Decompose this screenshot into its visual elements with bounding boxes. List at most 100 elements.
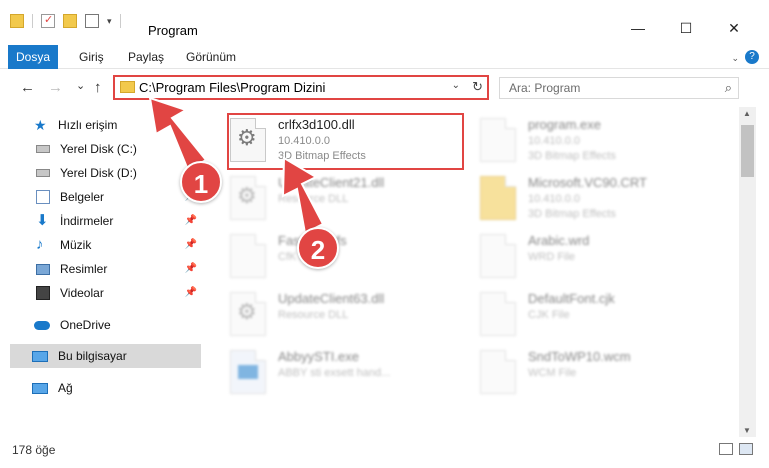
sidebar-item-downloads[interactable]: ⬇ İndirmeler 📌 (36, 210, 201, 232)
file-version: 10.410.0.0 (528, 193, 580, 205)
pin-icon: 📌 (184, 215, 197, 226)
ribbon-tabs: Dosya Giriş Paylaş Görünüm ⌄ ? (0, 45, 769, 69)
refresh-icon[interactable]: ↻ (472, 79, 483, 95)
recent-locations-button[interactable]: ⌄ (76, 79, 85, 92)
tab-file[interactable]: Dosya (8, 45, 58, 69)
sidebar-item-label: Müzik (60, 238, 92, 252)
star-icon: ★ (34, 117, 47, 133)
help-icon[interactable]: ? (745, 50, 759, 64)
tab-share[interactable]: Paylaş (128, 45, 164, 69)
address-path[interactable]: C:\Program Files\Program Dizini (139, 80, 325, 95)
sidebar-item-label: Yerel Disk (D:) (60, 166, 137, 180)
file-icon (480, 234, 516, 278)
sidebar-item-onedrive[interactable]: OneDrive (34, 314, 199, 336)
view-icon[interactable] (85, 14, 99, 28)
sidebar-item-label: Resimler (60, 262, 108, 276)
navigation-bar: ← → ⌄ ↑ C:\Program Files\Program Dizini … (0, 69, 769, 107)
scroll-thumb[interactable] (741, 125, 754, 177)
exe-file-icon (230, 350, 266, 394)
gear-icon: ⚙ (237, 299, 257, 324)
file-item[interactable]: Microsoft.VC90.CRT 10.410.0.0 3D Bitmap … (480, 171, 710, 225)
computer-icon (32, 350, 48, 362)
file-description: 3D Bitmap Effects (528, 208, 616, 220)
file-name: program.exe (528, 117, 601, 132)
folder-icon (120, 81, 135, 93)
expand-ribbon-icon[interactable]: ⌄ (731, 53, 739, 64)
file-item[interactable]: SndToWP10.wcm WCM File (480, 345, 710, 399)
minimize-button[interactable]: — (615, 14, 661, 42)
file-name: UpdateClient21.dll (278, 175, 385, 190)
exe-file-icon (480, 118, 516, 162)
properties-icon[interactable]: ✓ (41, 14, 55, 28)
address-dropdown-icon[interactable]: ⌄ (452, 80, 460, 91)
large-icons-view-icon[interactable] (739, 443, 753, 455)
sidebar-item-music[interactable]: ♪ Müzik 📌 (36, 234, 201, 256)
close-button[interactable]: ✕ (711, 14, 757, 42)
sidebar-item-videos[interactable]: Videolar 📌 (36, 282, 201, 304)
scroll-down-icon[interactable]: ▼ (743, 426, 751, 435)
app-icon (238, 365, 258, 379)
file-item[interactable]: ⚙ UpdateClient21.dll Resource DLL (230, 171, 460, 225)
maximize-button[interactable]: ☐ (663, 14, 709, 42)
file-item[interactable]: DefaultFont.cjk CJK File (480, 287, 710, 341)
up-button[interactable]: ↑ (94, 79, 102, 96)
separator (119, 14, 121, 28)
file-type: Resource DLL (278, 193, 349, 205)
window-title: Program (148, 23, 198, 38)
music-icon: ♪ (36, 236, 44, 253)
file-name: Arabic.wrd (528, 233, 590, 248)
sidebar-item-label: OneDrive (60, 318, 111, 332)
search-icon[interactable]: ⌕ (725, 80, 732, 96)
sidebar-item-drive-c[interactable]: Yerel Disk (C:) (36, 138, 201, 160)
sidebar-item-quick-access[interactable]: ★ Hızlı erişim (34, 114, 199, 136)
tab-view[interactable]: Görünüm (186, 45, 236, 69)
file-item[interactable]: AbbyySTI.exe ABBY sti exsett hand... (230, 345, 460, 399)
item-count: 178 öğe (12, 443, 56, 457)
navigation-pane: ★ Hızlı erişim Yerel Disk (C:) Yerel Dis… (0, 107, 210, 437)
sidebar-item-network[interactable]: Ağ (32, 377, 197, 399)
forward-button[interactable]: → (48, 79, 63, 96)
download-icon: ⬇ (36, 212, 49, 229)
pin-icon: 📌 (184, 287, 197, 298)
drive-icon (36, 145, 50, 153)
details-view-icon[interactable] (719, 443, 733, 455)
quick-access-toolbar: ✓ ▾ (10, 14, 121, 28)
file-name: UpdateClient63.dll (278, 291, 385, 306)
address-bar[interactable]: C:\Program Files\Program Dizini ⌄ ↻ (113, 75, 489, 100)
file-name: DefaultFont.cjk (528, 291, 615, 306)
sidebar-item-label: Bu bilgisayar (58, 349, 127, 363)
file-item[interactable]: ⚙ UpdateClient63.dll Resource DLL (230, 287, 460, 341)
scroll-up-icon[interactable]: ▲ (743, 109, 751, 118)
tab-home[interactable]: Giriş (79, 45, 104, 69)
folder-icon[interactable] (10, 14, 24, 28)
search-box[interactable]: Ara: Program ⌕ (499, 77, 739, 99)
customize-dropdown-icon[interactable]: ▾ (107, 16, 112, 27)
search-placeholder[interactable]: Ara: Program (509, 81, 580, 95)
file-version: 10.410.0.0 (528, 135, 580, 147)
network-icon (32, 382, 48, 394)
sidebar-item-label: Ağ (58, 381, 73, 395)
file-item[interactable]: program.exe 10.410.0.0 3D Bitmap Effects (480, 113, 710, 167)
file-type: WRD File (528, 251, 576, 263)
dll-file-icon: ⚙ (230, 176, 266, 220)
view-switcher (719, 443, 753, 455)
sidebar-item-label: Hızlı erişim (58, 118, 118, 132)
vertical-scrollbar[interactable]: ▲ ▼ (739, 107, 756, 437)
status-bar: 178 öğe (0, 437, 769, 468)
file-name: SndToWP10.wcm (528, 349, 631, 364)
sidebar-item-documents[interactable]: Belgeler 📌 (36, 186, 201, 208)
cloud-icon (34, 320, 50, 330)
video-icon (36, 286, 50, 300)
sidebar-item-this-pc[interactable]: Bu bilgisayar (32, 345, 197, 367)
dll-file-icon: ⚙ (230, 292, 266, 336)
new-folder-icon[interactable] (63, 14, 77, 28)
sidebar-item-drive-d[interactable]: Yerel Disk (D:) (36, 162, 201, 184)
drive-icon (36, 169, 50, 177)
pin-icon: 📌 (184, 263, 197, 274)
folder-icon (480, 176, 516, 220)
title-bar: ✓ ▾ Program — ☐ ✕ (0, 0, 769, 45)
back-button[interactable]: ← (20, 79, 35, 96)
sidebar-item-pictures[interactable]: Resimler 📌 (36, 258, 201, 280)
file-item[interactable]: FastRes.cfs CfK File (230, 229, 460, 283)
file-item[interactable]: Arabic.wrd WRD File (480, 229, 710, 283)
